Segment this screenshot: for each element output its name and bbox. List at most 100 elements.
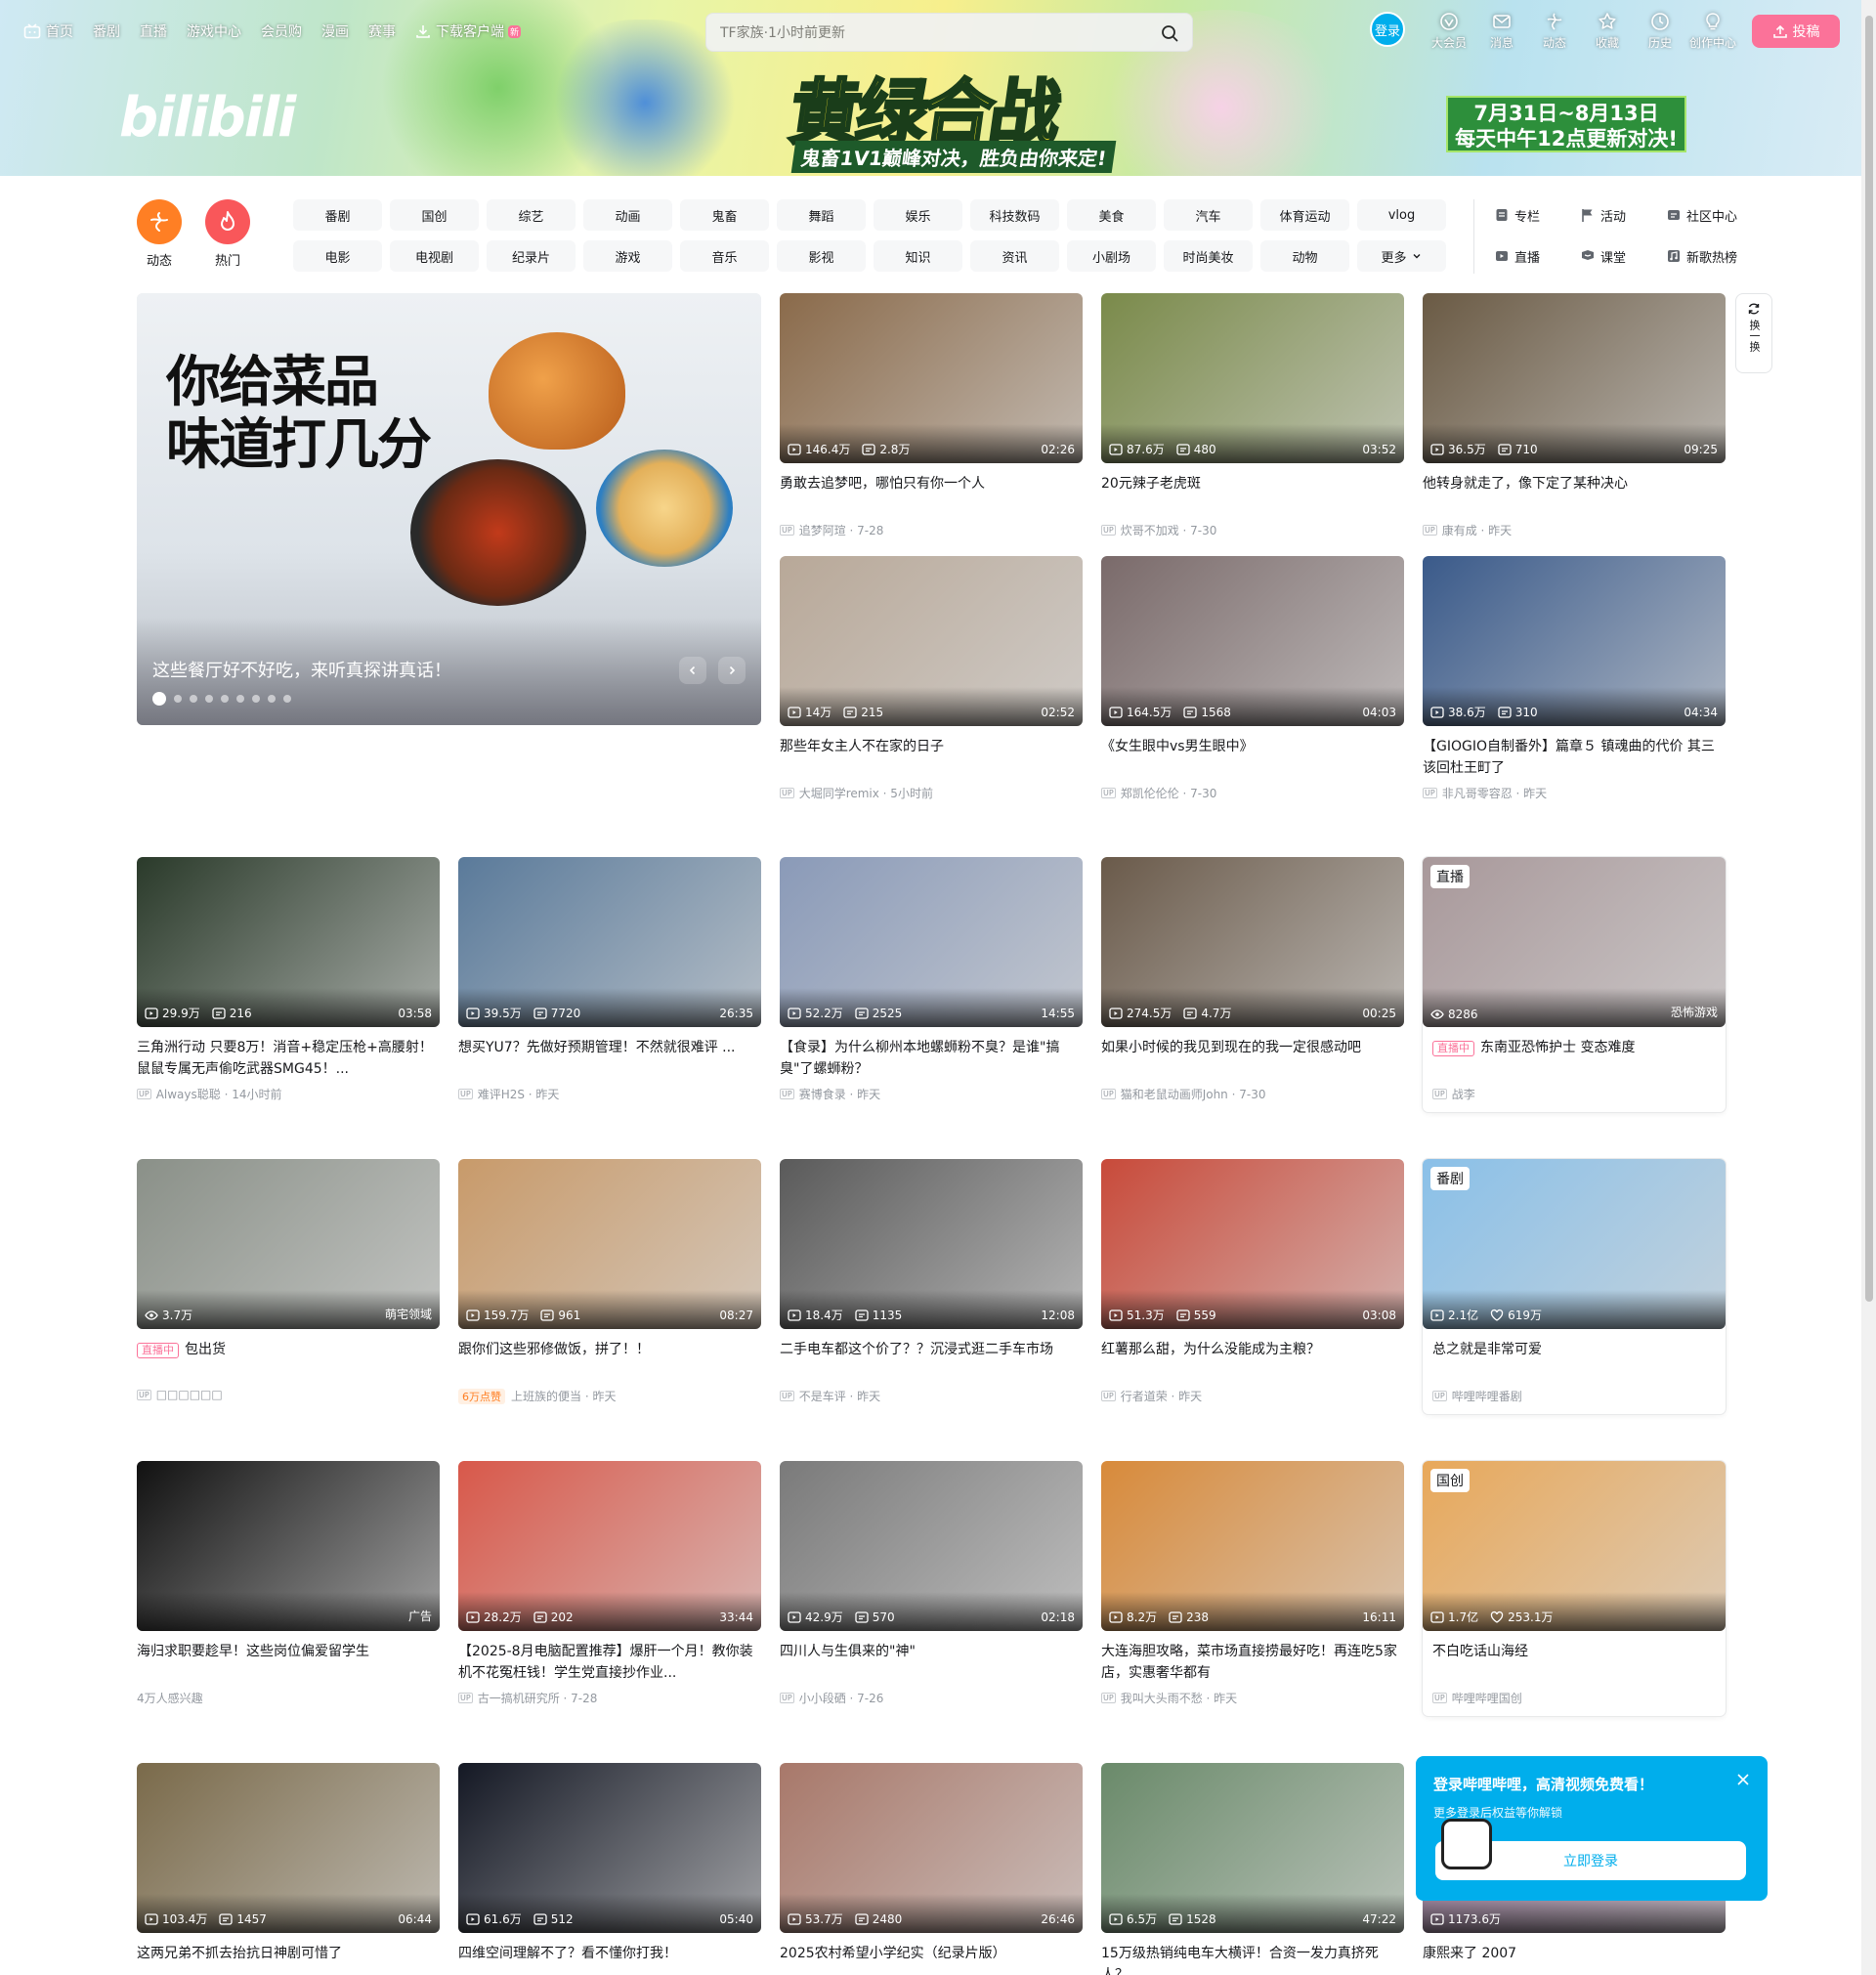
video-card[interactable]: 38.6万 310 04:34 【GIOGIO自制番外】篇章５ 镇魂曲的代价 其三 该… — [1423, 556, 1726, 801]
video-thumbnail[interactable]: 直播 8286 恐怖游戏 — [1423, 857, 1726, 1027]
video-meta[interactable]: 4万人感兴趣 — [137, 1690, 440, 1706]
video-title[interactable]: 不白吃话山海经 — [1423, 1641, 1726, 1684]
channel-tag[interactable]: 国创 — [390, 199, 479, 231]
nav-dynamic[interactable]: 动态 — [1528, 12, 1581, 51]
video-thumbnail[interactable]: 146.4万 2.8万 02:26 — [780, 293, 1083, 463]
video-thumbnail[interactable]: 番剧 2.1亿 619万 — [1423, 1159, 1726, 1329]
video-thumbnail[interactable]: 3.7万 萌宅领域 — [137, 1159, 440, 1329]
video-card[interactable]: 52.2万 2525 14:55 【食录】为什么柳州本地螺蛳粉不臭？是谁"搞臭"了螺蛳… — [780, 857, 1083, 1102]
video-thumbnail[interactable]: 14万 215 02:52 — [780, 556, 1083, 726]
video-title[interactable]: 二手电车都这个价了？？沉浸式逛二手车市场 — [780, 1339, 1083, 1382]
nav-creator-center[interactable]: 创作中心 — [1686, 12, 1739, 51]
video-thumbnail[interactable]: 8.2万 238 16:11 — [1101, 1461, 1404, 1631]
video-thumbnail[interactable]: 53.7万 2480 26:46 — [780, 1763, 1083, 1933]
video-card[interactable]: 8.2万 238 16:11 大连海胆攻略，菜市场直接捞最好吃！再连吃5家店，实惠奢华… — [1101, 1461, 1404, 1706]
nav-esports[interactable]: 赛事 — [368, 21, 396, 41]
login-avatar-button[interactable]: 登录 — [1370, 12, 1405, 47]
channel-tag[interactable]: 动物 — [1260, 240, 1349, 272]
video-card[interactable]: 103.4万 1457 06:44 这两兄弟不抓去抬抗日神剧可惜了 — [137, 1763, 440, 1975]
carousel-dot[interactable] — [152, 692, 166, 706]
video-thumbnail[interactable]: 国创 1.7亿 253.1万 — [1423, 1461, 1726, 1631]
side-link-classroom[interactable]: 课堂 — [1581, 240, 1659, 272]
channel-dynamic[interactable]: 动态 — [135, 199, 184, 269]
channel-tag[interactable]: 音乐 — [680, 240, 769, 272]
nav-bangumi[interactable]: 番剧 — [93, 21, 120, 41]
channel-tag[interactable]: 电视剧 — [390, 240, 479, 272]
video-thumbnail[interactable]: 29.9万 216 03:58 — [137, 857, 440, 1027]
side-link-column[interactable]: 专栏 — [1495, 199, 1573, 231]
video-thumbnail[interactable]: 28.2万 202 33:44 — [458, 1461, 761, 1631]
video-title[interactable]: 海归求职要趁早！这些岗位偏爱留学生 — [137, 1641, 440, 1684]
video-thumbnail[interactable]: 52.2万 2525 14:55 — [780, 857, 1083, 1027]
video-card[interactable]: 18.4万 1135 12:08 二手电车都这个价了？？沉浸式逛二手车市场 UP 不是车评… — [780, 1159, 1083, 1404]
search-input[interactable] — [720, 22, 1130, 44]
carousel-prev-button[interactable] — [679, 657, 706, 684]
carousel-dot[interactable] — [236, 695, 244, 703]
video-meta[interactable]: UP 不是车评 · 昨天 — [780, 1388, 1083, 1404]
video-title[interactable]: 这两兄弟不抓去抬抗日神剧可惜了 — [137, 1943, 440, 1975]
video-meta[interactable]: UP 非凡哥零容忍 · 昨天 — [1423, 785, 1726, 801]
video-meta[interactable]: UP 行者道荣 · 昨天 — [1101, 1388, 1404, 1404]
nav-vip-shop[interactable]: 会员购 — [261, 21, 302, 41]
video-thumbnail[interactable]: 广告 — [137, 1461, 440, 1631]
channel-tag[interactable]: 知识 — [874, 240, 962, 272]
carousel-dot[interactable] — [283, 695, 291, 703]
carousel-dot[interactable] — [205, 695, 213, 703]
video-card[interactable]: 29.9万 216 03:58 三角洲行动 只要8万！消音+稳定压枪+高腰射！鼠鼠专属… — [137, 857, 440, 1102]
channel-tag[interactable]: 游戏 — [583, 240, 672, 272]
video-card[interactable]: 广告海归求职要趁早！这些岗位偏爱留学生 4万人感兴趣 — [137, 1461, 440, 1706]
video-thumbnail[interactable]: 87.6万 480 03:52 — [1101, 293, 1404, 463]
video-card[interactable]: 146.4万 2.8万 02:26 勇敢去追梦吧，哪怕只有你一个人 UP 追梦阿瑄 · 7… — [780, 293, 1083, 538]
video-card[interactable]: 274.5万 4.7万 00:25 如果小时候的我见到现在的我一定很感动吧 UP 猫和老鼠… — [1101, 857, 1404, 1102]
carousel-caption[interactable]: 这些餐厅好不好吃，来听真探讲真话！ — [152, 657, 451, 682]
channel-tag[interactable]: 资讯 — [970, 240, 1059, 272]
video-meta[interactable]: UP 古一搞机研究所 · 7-28 — [458, 1690, 761, 1706]
channel-tag[interactable]: 电影 — [293, 240, 382, 272]
video-thumbnail[interactable]: 61.6万 512 05:40 — [458, 1763, 761, 1933]
channel-tag[interactable]: 影视 — [777, 240, 866, 272]
video-meta[interactable]: UP 追梦阿瑄 · 7-28 — [780, 522, 1083, 538]
video-title[interactable]: 2025农村希望小学纪实（纪录片版） — [780, 1943, 1083, 1975]
nav-manga[interactable]: 漫画 — [321, 21, 349, 41]
video-title[interactable]: 【食录】为什么柳州本地螺蛳粉不臭？是谁"搞臭"了螺蛳粉？ — [780, 1037, 1083, 1080]
nav-live[interactable]: 直播 — [140, 21, 167, 41]
channel-tag[interactable]: 体育运动 — [1260, 199, 1349, 231]
video-thumbnail[interactable]: 39.5万 7720 26:35 — [458, 857, 761, 1027]
video-card[interactable]: 164.5万 1568 04:03 《女生眼中vs男生眼中》 UP 郑凯伦伦伦 · 7-3… — [1101, 556, 1404, 801]
carousel-next-button[interactable] — [718, 657, 746, 684]
video-title[interactable]: 直播中 东南亚恐怖护士 变态难度 — [1423, 1037, 1726, 1080]
search-button[interactable] — [1155, 19, 1184, 48]
video-card[interactable]: 53.7万 2480 26:46 2025农村希望小学纪实（纪录片版） — [780, 1763, 1083, 1975]
channel-tag[interactable]: 汽车 — [1164, 199, 1253, 231]
video-title[interactable]: 15万级热销纯电车大横评！合资一发力真挤死人？ — [1101, 1943, 1404, 1975]
channel-tag[interactable]: 时尚美妆 — [1164, 240, 1253, 272]
video-meta[interactable]: UP 康有成 · 昨天 — [1423, 522, 1726, 538]
side-link-live[interactable]: 直播 — [1495, 240, 1573, 272]
video-card[interactable]: 6.5万 1528 47:22 15万级热销纯电车大横评！合资一发力真挤死人？ — [1101, 1763, 1404, 1975]
channel-tag[interactable]: 娱乐 — [874, 199, 962, 231]
close-icon[interactable] — [1736, 1770, 1750, 1789]
video-card[interactable]: 3.7万 萌宅领域 直播中 包出货 UP □□□□□□ — [137, 1159, 440, 1401]
nav-game-center[interactable]: 游戏中心 — [187, 21, 241, 41]
video-title[interactable]: 勇敢去追梦吧，哪怕只有你一个人 — [780, 473, 1083, 516]
video-meta[interactable]: UP 赛博食录 · 昨天 — [780, 1086, 1083, 1102]
video-meta[interactable]: UP 难评H2S · 昨天 — [458, 1086, 761, 1102]
nav-history[interactable]: 历史 — [1634, 12, 1686, 51]
video-thumbnail[interactable]: 164.5万 1568 04:03 — [1101, 556, 1404, 726]
video-title[interactable]: 那些年女主人不在家的日子 — [780, 736, 1083, 779]
video-card[interactable]: 直播 8286 恐怖游戏 直播中 东南亚恐怖护士 变态难度 UP 战李 — [1423, 857, 1726, 1112]
carousel-dot[interactable] — [174, 695, 182, 703]
nav-home[interactable]: 首页 — [23, 21, 73, 41]
video-thumbnail[interactable]: 6.5万 1528 47:22 — [1101, 1763, 1404, 1933]
carousel-dot[interactable] — [252, 695, 260, 703]
video-card[interactable]: 39.5万 7720 26:35 想买YU7？先做好预期管理！不然就很难评 ... UP… — [458, 857, 761, 1102]
side-link-community[interactable]: 社区中心 — [1667, 199, 1774, 231]
channel-tag[interactable]: 舞蹈 — [777, 199, 866, 231]
channel-tag[interactable]: 鬼畜 — [680, 199, 769, 231]
channel-tag[interactable]: 综艺 — [487, 199, 576, 231]
video-title[interactable]: 20元辣子老虎斑 — [1101, 473, 1404, 516]
channel-more-dropdown[interactable]: 更多 — [1357, 240, 1446, 272]
side-link-activity[interactable]: 活动 — [1581, 199, 1659, 231]
channel-tag[interactable]: 番剧 — [293, 199, 382, 231]
carousel-dot[interactable] — [221, 695, 229, 703]
